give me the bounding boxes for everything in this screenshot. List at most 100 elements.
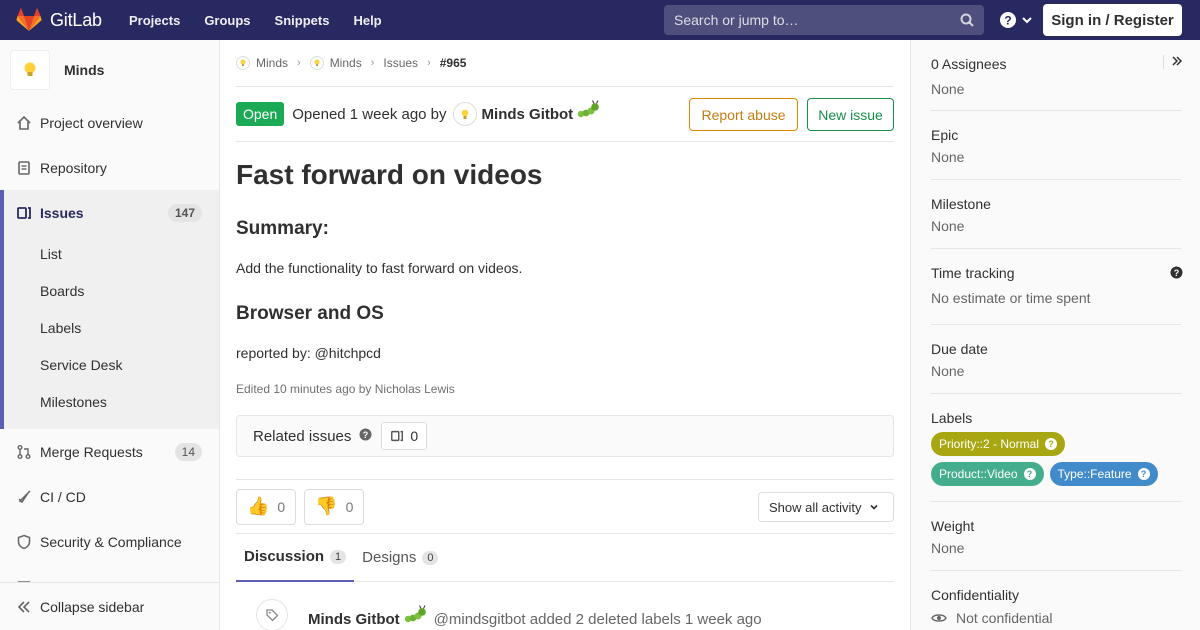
breadcrumb-group[interactable]: Minds (236, 56, 288, 70)
tab-count-badge: 1 (330, 549, 347, 564)
sidebar-item-repository[interactable]: Repository (0, 145, 219, 190)
collapse-sidebar-button[interactable]: Collapse sidebar (0, 582, 219, 630)
chevron-right-icon: › (370, 57, 375, 69)
epic-value: None (931, 149, 965, 165)
nav-projects[interactable]: Projects (129, 13, 180, 28)
chevron-down-icon (1022, 17, 1032, 24)
weight-block: Weight None (931, 502, 1181, 571)
sidebar-group-issues: Issues 147 List Boards Labels Service De… (0, 190, 219, 429)
search-box (664, 5, 984, 35)
sidebar-item-label: Issues (40, 204, 84, 221)
sidebar-item-merge-requests[interactable]: Merge Requests 14 (0, 429, 219, 474)
time-tracking-block: Time tracking No estimate or time spent … (931, 249, 1183, 325)
nav-snippets[interactable]: Snippets (275, 13, 330, 28)
report-abuse-button[interactable]: Report abuse (689, 98, 798, 131)
related-issues-count[interactable]: 0 (381, 422, 428, 450)
epic-block: Epic None (931, 111, 1181, 180)
issues-icon (391, 430, 404, 442)
sidebar-sub-list[interactable]: List (4, 235, 219, 272)
confidentiality-block: Confidentiality Not confidential (931, 571, 1181, 626)
nav-help[interactable]: Help (353, 13, 381, 28)
search-input[interactable] (674, 12, 944, 28)
author-name[interactable]: Minds Gitbot (482, 106, 574, 123)
right-sidebar: 0 Assignees None Epic None Milestone Non… (910, 40, 1200, 630)
thumbs-up-button[interactable]: 👍 0 (236, 488, 297, 525)
top-navbar: GitLab Projects Groups Snippets Help ? S… (0, 0, 1200, 40)
breadcrumb-current[interactable]: #965 (440, 56, 467, 70)
milestone-block: Milestone None (931, 180, 1181, 249)
breadcrumb-label: Minds (329, 56, 362, 70)
sidebar-item-label: CI / CD (40, 488, 86, 505)
new-issue-button[interactable]: New issue (807, 98, 894, 131)
nav-groups[interactable]: Groups (204, 13, 250, 28)
caterpillar-icon (404, 605, 426, 623)
bulb-icon (309, 56, 324, 70)
note-text: @mindsgitbot added 2 deleted labels 1 we… (433, 610, 762, 628)
summary-heading: Summary: (236, 218, 329, 239)
tab-designs[interactable]: Designs 0 (354, 534, 446, 582)
bulb-icon (24, 62, 36, 76)
sidebar-sub-labels[interactable]: Labels (4, 309, 219, 346)
labels-block: Labels Priority::2 - Normal ? Product::V… (931, 394, 1181, 502)
issue-header: Open Opened 1 week ago by Minds Gitbot R… (236, 87, 894, 142)
due-date-title: Due date (931, 341, 988, 357)
sidebar-item-security[interactable]: Security & Compliance (0, 519, 219, 564)
sidebar-item-issues[interactable]: Issues 147 (4, 190, 219, 235)
gitlab-logo[interactable]: GitLab (16, 8, 112, 32)
epic-title: Epic (931, 127, 959, 143)
question-icon[interactable]: ? (1137, 468, 1150, 480)
sidebar-item-project-overview[interactable]: Project overview (0, 100, 219, 145)
label-product[interactable]: Product::Video ? (931, 462, 1044, 486)
labels-list: Priority::2 - Normal ? Product::Video ? … (931, 432, 1181, 492)
svg-text:?: ? (1174, 268, 1180, 278)
signin-button[interactable]: Sign in / Register (1043, 4, 1182, 36)
help-dropdown[interactable]: ? (999, 11, 1033, 29)
confidentiality-value-row: Not confidential (931, 610, 1181, 626)
label-type[interactable]: Type::Feature ? (1049, 462, 1158, 486)
project-name: Minds (64, 62, 105, 78)
thumbs-down-button[interactable]: 👎 0 (304, 488, 365, 525)
breadcrumb-issues[interactable]: Issues (383, 56, 418, 70)
shield-icon (16, 534, 32, 550)
question-icon[interactable]: ? (1023, 468, 1036, 480)
search-icon[interactable] (960, 13, 974, 27)
question-icon[interactable]: ? (1170, 266, 1183, 282)
assignees-block: 0 Assignees None (931, 40, 1183, 111)
chevron-right-icon: › (297, 57, 301, 69)
svg-text:?: ? (1004, 14, 1011, 28)
merge-request-icon (16, 444, 32, 460)
sidebar-sub-boards[interactable]: Boards (4, 272, 219, 309)
avatar[interactable] (452, 102, 477, 126)
question-icon: ? (1000, 12, 1016, 28)
thumbs-down-icon: 👎 (315, 496, 338, 516)
activity-filter-dropdown[interactable]: Show all activity (758, 492, 894, 522)
summary-text: Add the functionality to fast forward on… (236, 260, 523, 276)
sidebar-sub-service-desk[interactable]: Service Desk (4, 346, 219, 383)
sidebar-sub-milestones[interactable]: Milestones (4, 383, 219, 420)
note-body: Minds Gitbot @mindsgitbot added 2 delete… (308, 605, 762, 628)
question-icon[interactable]: ? (359, 428, 372, 445)
sidebar-item-ci-cd[interactable]: CI / CD (0, 474, 219, 519)
question-icon[interactable]: ? (1045, 438, 1058, 450)
collapse-label: Collapse sidebar (40, 598, 145, 615)
tab-label: Designs (362, 549, 417, 566)
related-issues-label: Related issues (253, 427, 352, 445)
issues-count-badge: 147 (167, 203, 202, 222)
caterpillar-icon (577, 100, 599, 118)
tab-discussion[interactable]: Discussion 1 (236, 534, 355, 582)
milestone-title: Milestone (931, 196, 991, 212)
project-avatar (10, 50, 50, 90)
bulb-icon (461, 109, 468, 119)
expand-sidebar-icon[interactable] (1171, 54, 1183, 70)
breadcrumb: Minds › Minds › Issues › #965 (236, 40, 894, 87)
browser-heading: Browser and OS (236, 303, 384, 324)
system-note: Minds Gitbot @mindsgitbot added 2 delete… (236, 599, 894, 630)
time-tracking-title: Time tracking (931, 265, 1015, 281)
note-author[interactable]: Minds Gitbot (308, 611, 400, 628)
status-badge: Open (236, 102, 285, 126)
label-priority[interactable]: Priority::2 - Normal ? (931, 432, 1066, 456)
edited-text: Edited 10 minutes ago by Nicholas Lewis (236, 382, 455, 396)
project-header[interactable]: Minds (0, 40, 219, 100)
breadcrumb-project[interactable]: Minds (309, 56, 362, 70)
tab-count-badge: 0 (422, 550, 439, 565)
